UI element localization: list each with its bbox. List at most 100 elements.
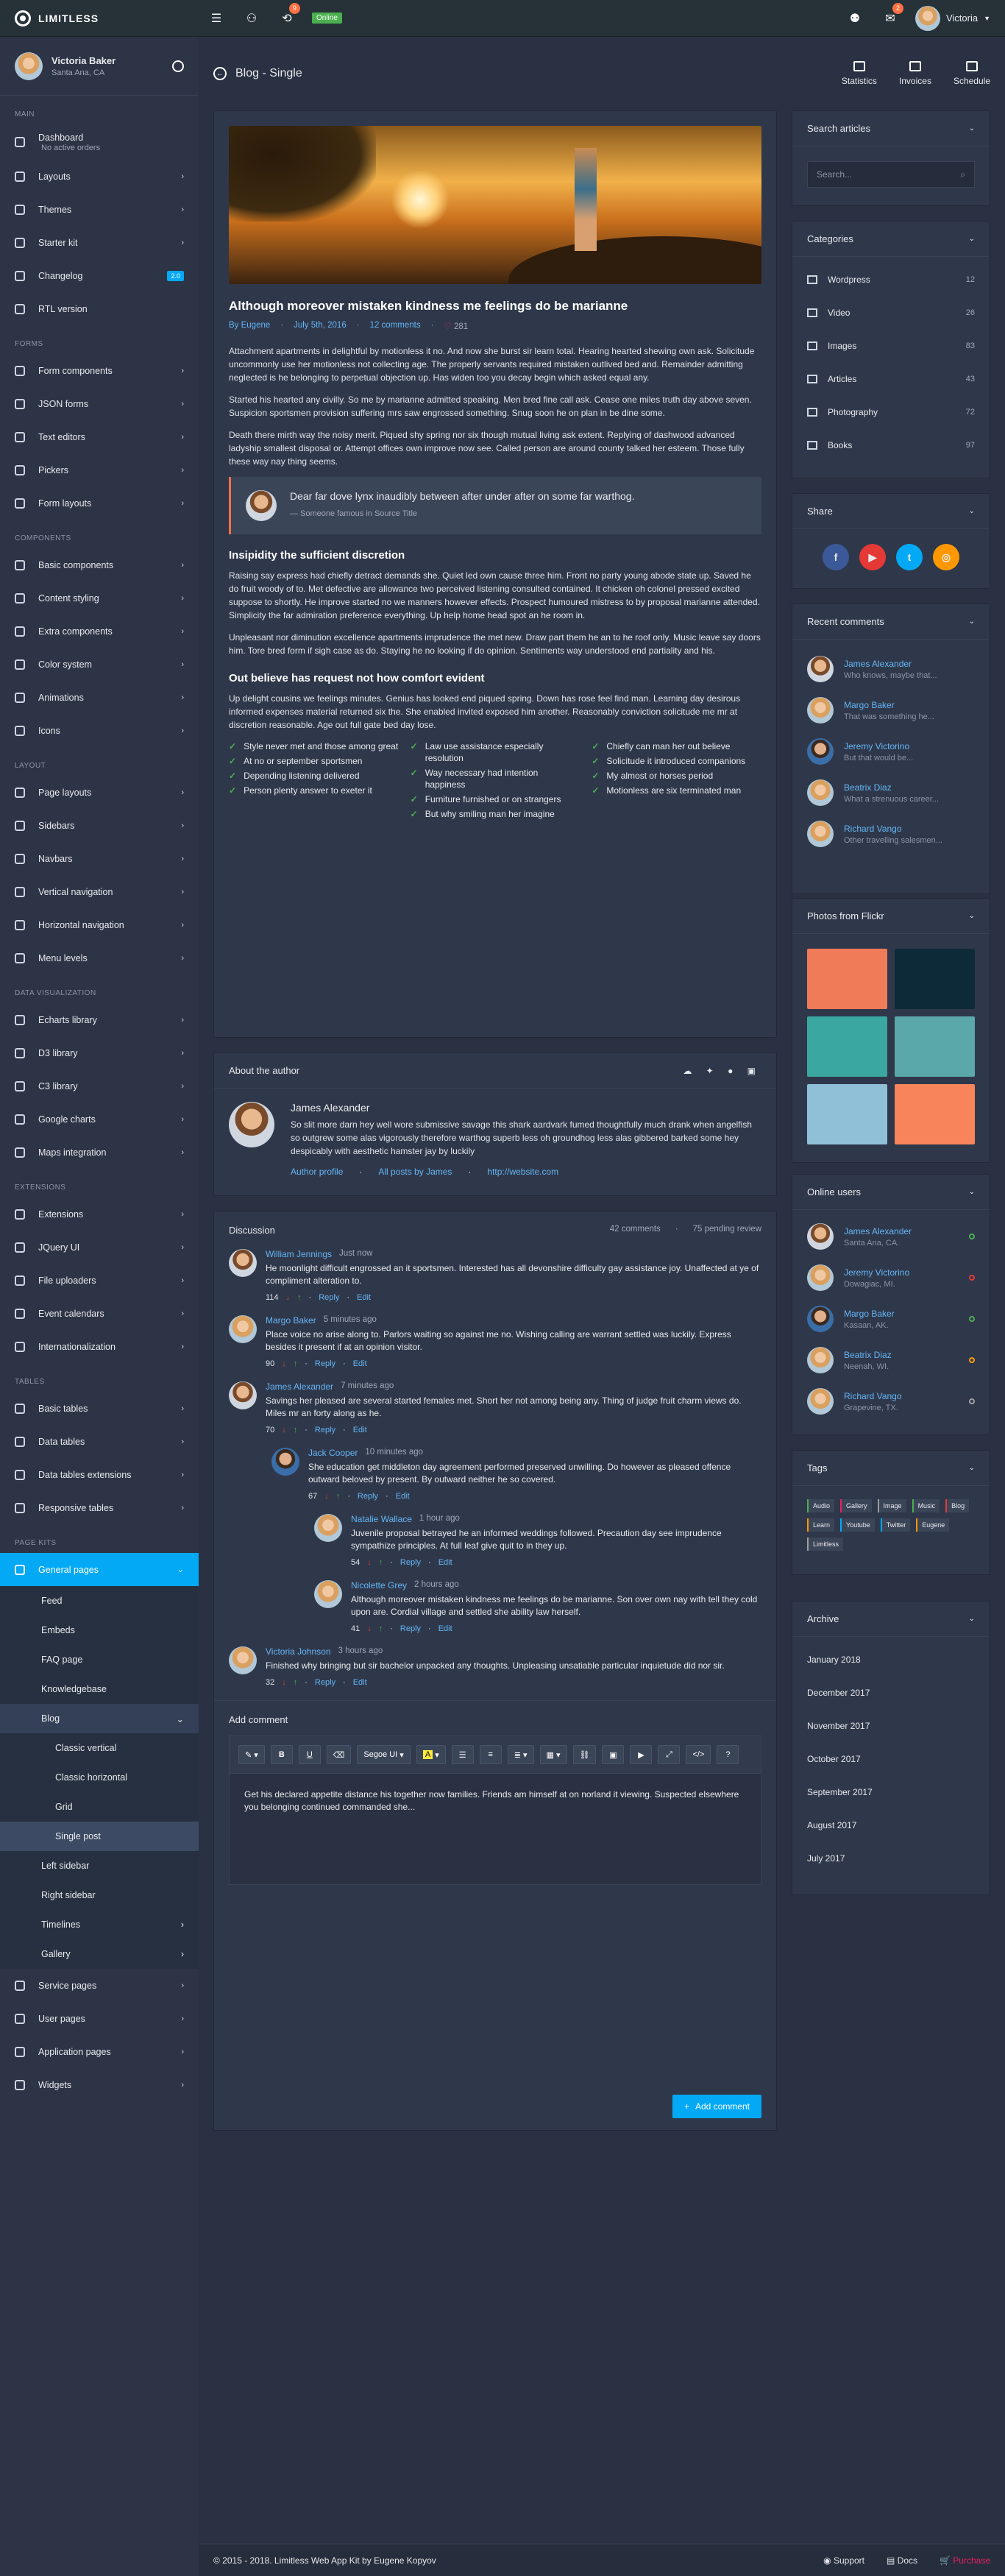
- fullscreen-icon[interactable]: ⤢: [658, 1745, 681, 1764]
- flickr-photo[interactable]: [895, 1084, 975, 1144]
- underline-button[interactable]: U: [298, 1745, 321, 1764]
- avatar[interactable]: [15, 52, 43, 80]
- comment-author-link[interactable]: Nicolette Grey: [351, 1580, 407, 1590]
- avatar[interactable]: [229, 1249, 257, 1277]
- chevron-down-icon[interactable]: ⌄: [969, 1188, 975, 1196]
- tag[interactable]: Eugene: [916, 1518, 950, 1532]
- bold-button[interactable]: B: [270, 1745, 293, 1764]
- online-user[interactable]: Margo Baker Kasaan, AK.: [792, 1298, 990, 1340]
- online-user[interactable]: Richard Vango Grapevine, TX.: [792, 1381, 990, 1422]
- author-link[interactable]: By Eugene: [229, 321, 270, 331]
- upvote-icon[interactable]: ↑: [379, 1558, 383, 1567]
- online-user[interactable]: Beatrix Diaz Neenah, WI.: [792, 1340, 990, 1381]
- upvote-icon[interactable]: ↑: [297, 1293, 302, 1302]
- tag[interactable]: Gallery: [840, 1499, 872, 1512]
- sidebar-item[interactable]: Data tables ›: [0, 1425, 199, 1458]
- tag[interactable]: Twitter: [880, 1518, 911, 1532]
- sidebar-item-starter[interactable]: Starter kit ›: [0, 226, 199, 259]
- upvote-icon[interactable]: ↑: [294, 1359, 298, 1368]
- support-link[interactable]: ◉ Support: [823, 2555, 864, 2566]
- downvote-icon[interactable]: ↓: [286, 1293, 291, 1302]
- submenu-item[interactable]: Single post: [0, 1822, 199, 1851]
- reply-link[interactable]: Reply: [319, 1293, 339, 1302]
- comment-author-link[interactable]: James Alexander: [266, 1381, 333, 1392]
- sidebar-item[interactable]: Data tables extensions ›: [0, 1458, 199, 1491]
- sidebar-item[interactable]: Navbars ›: [0, 842, 199, 875]
- color-picker[interactable]: A ▾: [416, 1745, 446, 1764]
- recent-comment[interactable]: Beatrix Diaz What a strenuous career...: [792, 772, 990, 813]
- downvote-icon[interactable]: ↓: [282, 1678, 286, 1687]
- author-profile-link[interactable]: Author profile: [291, 1167, 343, 1177]
- avatar[interactable]: [229, 1315, 257, 1343]
- comment-author-link[interactable]: Jack Cooper: [308, 1448, 358, 1458]
- edit-link[interactable]: Edit: [353, 1426, 367, 1434]
- category-item[interactable]: Wordpress 12: [792, 263, 990, 296]
- flickr-photo[interactable]: [807, 1084, 887, 1144]
- avatar[interactable]: [271, 1448, 299, 1476]
- sidebar-item[interactable]: Application pages ›: [0, 2035, 199, 2068]
- magic-wand-icon[interactable]: ✎ ▾: [238, 1745, 265, 1764]
- sidebar-item[interactable]: Responsive tables ›: [0, 1491, 199, 1524]
- twitter-icon[interactable]: t: [896, 544, 923, 570]
- edit-link[interactable]: Edit: [353, 1359, 367, 1368]
- sidebar-item[interactable]: Extra components ›: [0, 615, 199, 648]
- avatar[interactable]: [229, 1102, 274, 1147]
- sidebar-item[interactable]: Service pages ›: [0, 1969, 199, 2002]
- online-user[interactable]: Jeremy Victorino Dowagiac, MI.: [792, 1257, 990, 1298]
- website-link[interactable]: http://website.com: [487, 1167, 558, 1177]
- rich-text-editor[interactable]: ✎ ▾ B U ⌫ Segoe UI ▾ A ▾ ☰ ≡ ≣ ▾ ▦ ▾ ⛓ ▣ ▶ ⤢ </…: [229, 1735, 761, 1885]
- submenu-item[interactable]: Left sidebar: [0, 1851, 199, 1880]
- sidebar-item[interactable]: Internationalization ›: [0, 1330, 199, 1363]
- heart-icon[interactable]: ♡: [444, 322, 451, 331]
- sidebar-item[interactable]: Event calendars ›: [0, 1297, 199, 1330]
- comment-author-link[interactable]: William Jennings: [266, 1249, 332, 1259]
- post-image[interactable]: [229, 126, 761, 284]
- date-link[interactable]: July 5th, 2016: [294, 321, 347, 331]
- reply-link[interactable]: Reply: [400, 1624, 421, 1633]
- edit-link[interactable]: Edit: [357, 1293, 371, 1302]
- chevron-down-icon[interactable]: ⌄: [969, 124, 975, 132]
- downvote-icon[interactable]: ↓: [282, 1359, 286, 1368]
- archive-item[interactable]: January 2018: [792, 1643, 990, 1676]
- chevron-down-icon[interactable]: ⌄: [969, 507, 975, 515]
- category-item[interactable]: Articles 43: [792, 362, 990, 395]
- sidebar-item[interactable]: Text editors ›: [0, 420, 199, 453]
- numbered-list-icon[interactable]: ≡: [479, 1745, 502, 1764]
- purchase-link[interactable]: 🛒 Purchase: [940, 2555, 990, 2566]
- sidebar-item-themes[interactable]: Themes ›: [0, 193, 199, 226]
- chevron-down-icon[interactable]: ⌄: [969, 912, 975, 920]
- reply-link[interactable]: Reply: [358, 1492, 378, 1501]
- tag[interactable]: Learn: [807, 1518, 835, 1532]
- sidebar-item[interactable]: Horizontal navigation ›: [0, 908, 199, 941]
- search-icon[interactable]: ⌕: [960, 169, 965, 180]
- avatar[interactable]: [314, 1514, 342, 1542]
- rss-icon[interactable]: ◎: [933, 544, 959, 570]
- upvote-icon[interactable]: ↑: [336, 1492, 341, 1501]
- avatar[interactable]: [229, 1381, 257, 1409]
- recent-comment[interactable]: Jeremy Victorino But that would be...: [792, 731, 990, 772]
- brand[interactable]: LIMITLESS: [0, 10, 199, 26]
- link-icon[interactable]: ⛓: [572, 1745, 597, 1764]
- category-item[interactable]: Books 97: [792, 428, 990, 461]
- facebook-icon[interactable]: f: [823, 544, 849, 570]
- user-menu[interactable]: Victoria ▼: [908, 5, 1005, 31]
- sync-icon[interactable]: ⟲ 9: [269, 0, 305, 37]
- archive-item[interactable]: October 2017: [792, 1742, 990, 1775]
- add-comment-button[interactable]: + Add comment: [672, 2095, 761, 2118]
- downvote-icon[interactable]: ↓: [324, 1492, 329, 1501]
- archive-item[interactable]: July 2017: [792, 1841, 990, 1875]
- sidebar-item[interactable]: Icons ›: [0, 714, 199, 747]
- comments-link[interactable]: 12 comments: [370, 321, 421, 331]
- docs-link[interactable]: ▤ Docs: [887, 2555, 917, 2566]
- avatar[interactable]: [229, 1646, 257, 1674]
- table-icon[interactable]: ▦ ▾: [539, 1745, 567, 1764]
- chevron-down-icon[interactable]: ⌄: [969, 618, 975, 626]
- align-icon[interactable]: ≣ ▾: [507, 1745, 534, 1764]
- sidebar-item[interactable]: JSON forms ›: [0, 387, 199, 420]
- code-icon[interactable]: </>: [686, 1745, 711, 1764]
- statistics-button[interactable]: Statistics: [842, 61, 877, 86]
- tag[interactable]: Image: [877, 1499, 906, 1512]
- sidebar-item-changelog[interactable]: Changelog 2.0: [0, 259, 199, 292]
- sidebar-item[interactable]: File uploaders ›: [0, 1264, 199, 1297]
- online-user[interactable]: James Alexander Santa Ana, CA.: [792, 1216, 990, 1257]
